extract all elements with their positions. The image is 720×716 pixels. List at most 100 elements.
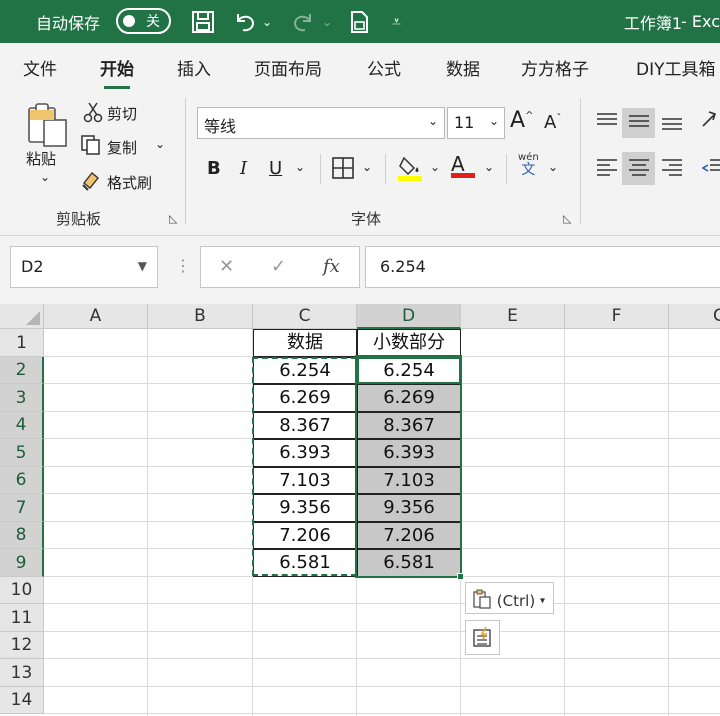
phonetic-guide-icon[interactable]: wén 文 <box>518 152 539 177</box>
gridline <box>564 329 565 716</box>
cell-d1[interactable]: 小数部分 <box>357 329 461 357</box>
clipboard-launcher-icon[interactable]: ◺ <box>169 212 177 225</box>
font-launcher-icon[interactable]: ◺ <box>563 212 571 225</box>
decrease-indent-icon[interactable] <box>701 157 720 184</box>
formula-input[interactable]: 6.254 <box>365 246 720 288</box>
autosave-state: 关 <box>146 14 160 30</box>
formula-bar: D2 ▼ ⋮ ✕ ✓ fx 6.254 <box>0 236 720 304</box>
row-header-7[interactable]: 7 <box>0 494 44 522</box>
phonetic-dropdown-icon[interactable]: ⌄ <box>548 160 558 174</box>
fill-color-icon[interactable] <box>398 154 424 187</box>
paste-options-button[interactable]: (Ctrl) ▾ <box>465 582 554 614</box>
font-color-icon[interactable]: A <box>451 152 475 178</box>
insert-function-icon[interactable]: fx <box>323 256 340 277</box>
tab-formulas[interactable]: 公式 <box>367 55 401 80</box>
underline-dropdown-icon[interactable]: ⌄ <box>295 160 305 174</box>
borders-icon[interactable] <box>331 156 355 185</box>
formula-buttons: ✕ ✓ fx <box>200 246 360 288</box>
paste-options-label: (Ctrl) <box>496 592 536 610</box>
font-name-dropdown-icon[interactable]: ⌄ <box>428 114 438 128</box>
orientation-icon[interactable] <box>699 108 719 135</box>
tab-home[interactable]: 开始 <box>100 55 134 89</box>
row-header-11[interactable]: 11 <box>0 604 44 632</box>
row-header-9[interactable]: 9 <box>0 549 44 577</box>
redo-icon[interactable] <box>290 0 316 43</box>
tab-file[interactable]: 文件 <box>23 55 57 80</box>
paste-icon[interactable] <box>26 102 70 153</box>
font-size-value: 11 <box>454 113 475 132</box>
align-center-icon[interactable] <box>628 157 650 184</box>
cell-c1[interactable]: 数据 <box>253 329 357 357</box>
row-header-12[interactable]: 12 <box>0 632 44 659</box>
cut-button[interactable]: 剪切 <box>107 103 137 124</box>
save-icon[interactable] <box>190 0 216 43</box>
row-header-10[interactable]: 10 <box>0 577 44 604</box>
align-right-icon[interactable] <box>661 157 683 184</box>
column-header-f[interactable]: F <box>565 304 669 329</box>
gridline <box>44 713 720 714</box>
row-header-5[interactable]: 5 <box>0 439 44 467</box>
quick-analysis-icon[interactable] <box>465 620 500 655</box>
align-left-icon[interactable] <box>596 157 618 184</box>
column-header-g[interactable]: G <box>669 304 720 329</box>
tab-fangfang[interactable]: 方方格子 <box>521 55 589 80</box>
column-header-d[interactable]: D <box>357 304 461 329</box>
row-header-8[interactable]: 8 <box>0 522 44 549</box>
fill-color-dropdown-icon[interactable]: ⌄ <box>430 160 440 174</box>
row-header-13[interactable]: 13 <box>0 659 44 687</box>
font-separator <box>385 154 386 184</box>
tab-insert[interactable]: 插入 <box>177 55 211 80</box>
font-name-box[interactable]: 等线 ⌄ <box>197 107 445 139</box>
bottom-align-icon[interactable] <box>661 112 683 137</box>
cancel-icon[interactable]: ✕ <box>219 256 234 277</box>
column-header-a[interactable]: A <box>44 304 148 329</box>
row-header-3[interactable]: 3 <box>0 384 44 412</box>
select-all-corner[interactable] <box>0 304 44 329</box>
tab-data[interactable]: 数据 <box>446 55 480 80</box>
tab-diy-toolbox[interactable]: DIY工具箱 <box>636 55 716 80</box>
row-header-6[interactable]: 6 <box>0 467 44 494</box>
selection-border <box>355 355 462 578</box>
enter-icon[interactable]: ✓ <box>271 256 286 277</box>
column-header-e[interactable]: E <box>461 304 565 329</box>
font-size-box[interactable]: 11 ⌄ <box>447 107 505 139</box>
name-box[interactable]: D2 ▼ <box>10 246 158 288</box>
gridline <box>44 631 720 632</box>
bold-button[interactable]: B <box>207 158 221 179</box>
paste-button[interactable]: 粘贴 <box>26 148 56 169</box>
undo-icon[interactable] <box>232 0 258 43</box>
toggle-knob <box>123 15 135 27</box>
gridline <box>44 603 720 604</box>
tab-page-layout[interactable]: 页面布局 <box>254 55 322 80</box>
copy-button[interactable]: 复制 <box>107 137 137 158</box>
undo-dropdown-icon[interactable]: ⌄ <box>262 0 272 43</box>
row-header-2[interactable]: 2 <box>0 357 44 384</box>
italic-button[interactable]: I <box>240 158 247 179</box>
cut-icon[interactable] <box>83 101 103 128</box>
underline-button[interactable]: U <box>269 158 282 179</box>
column-header-c[interactable]: C <box>253 304 357 329</box>
column-header-b[interactable]: B <box>148 304 253 329</box>
font-color-dropdown-icon[interactable]: ⌄ <box>484 160 494 174</box>
top-align-icon[interactable] <box>596 112 618 135</box>
font-size-dropdown-icon[interactable]: ⌄ <box>489 114 499 128</box>
name-box-value: D2 <box>21 257 44 276</box>
redo-dropdown-icon[interactable]: ⌄ <box>322 0 332 43</box>
borders-dropdown-icon[interactable]: ⌄ <box>362 160 372 174</box>
row-header-4[interactable]: 4 <box>0 412 44 439</box>
row-header-14[interactable]: 14 <box>0 687 44 714</box>
row-header-1[interactable]: 1 <box>0 329 44 357</box>
autosave-toggle[interactable]: 关 <box>116 8 171 34</box>
middle-align-icon[interactable] <box>628 112 650 135</box>
customize-toolbar-icon[interactable]: ⩡ <box>392 0 401 43</box>
copy-dropdown-icon[interactable]: ⌄ <box>155 137 165 151</box>
fill-handle[interactable] <box>457 573 464 580</box>
paste-dropdown-icon[interactable]: ⌄ <box>40 170 50 184</box>
format-painter-icon[interactable] <box>80 169 104 196</box>
format-painter-button[interactable]: 格式刷 <box>107 172 152 193</box>
print-preview-icon[interactable] <box>348 0 372 43</box>
name-box-dropdown-icon[interactable]: ▼ <box>138 259 147 273</box>
increase-font-icon[interactable]: A^ <box>510 108 533 133</box>
decrease-font-icon[interactable]: Aˇ <box>544 112 561 133</box>
copy-icon[interactable] <box>80 134 102 161</box>
